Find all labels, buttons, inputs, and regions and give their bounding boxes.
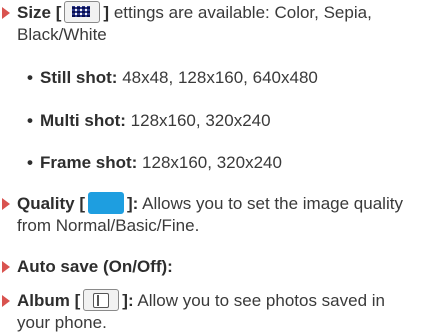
quality-close: ]: [127,194,139,213]
manual-page: Size [] ettings are available: Color, Se… [0,0,446,333]
album-desc: Allow you to see photos saved in [137,291,386,310]
bullet-arrow-icon [2,198,10,210]
bullet-arrow-icon [2,261,10,273]
size-close: ] [103,3,110,22]
size-line: Size [] ettings are available: Color, Se… [17,0,372,25]
sub-item-label: Still shot: [40,68,118,87]
quality-desc: Allows you to set the image quality [142,194,403,213]
size-desc: ettings are available: Color, Sepia, [113,3,372,22]
bullet-dot: • [27,153,33,172]
quality-label: Quality [ [17,194,86,213]
sub-item-label: Frame shot: [40,153,138,172]
sub-item-value: 48x48, 128x160, 640x480 [122,68,318,87]
bullet-dot: • [27,68,33,87]
autosave-label: Auto save (On/Off): [17,257,173,276]
quality-desc-2: from Normal/Basic/Fine. [17,216,200,235]
quality-icon [88,191,125,214]
quality-line: Quality []: Allows you to set the image … [17,191,403,216]
size-desc-2: Black/White [17,25,107,44]
sub-item-label: Multi shot: [40,111,126,130]
bullet-arrow-icon [2,7,10,19]
sub-item-value: 128x160, 320x240 [130,111,271,130]
album-icon [83,288,120,311]
sub-item-still-shot: • Still shot: 48x48, 128x160, 640x480 [27,67,318,89]
size-label: Size [ [17,3,62,22]
bullet-dot: • [27,111,33,130]
sub-item-frame-shot: • Frame shot: 128x160, 320x240 [27,152,282,174]
album-line: Album []: Allow you to see photos saved … [17,288,386,313]
sub-item-multi-shot: • Multi shot: 128x160, 320x240 [27,110,271,132]
album-label: Album [ [17,291,81,310]
album-close: ]: [122,291,134,310]
bullet-arrow-icon [2,295,10,307]
sub-item-value: 128x160, 320x240 [142,153,282,172]
album-desc-2: your phone. [17,313,107,332]
resolution-grid-icon [64,0,101,23]
